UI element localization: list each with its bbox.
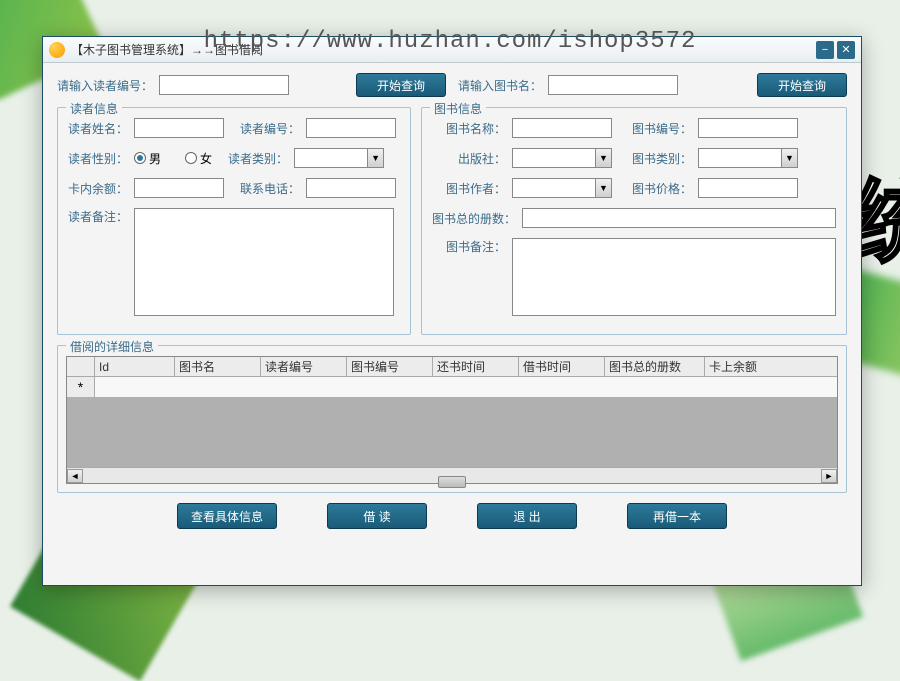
- grid-body[interactable]: *: [67, 377, 837, 467]
- author-label: 图书作者：: [432, 180, 506, 197]
- detail-grid[interactable]: Id 图书名 读者编号 图书编号 还书时间 借书时间 图书总的册数 卡上余额 *…: [66, 356, 838, 484]
- reader-type-label: 读者类别：: [228, 150, 288, 167]
- borrow-again-button[interactable]: 再借一本: [627, 503, 727, 529]
- reader-id-search-label: 请输入读者编号：: [57, 77, 153, 94]
- borrow-button[interactable]: 借 读: [327, 503, 427, 529]
- total-input[interactable]: [522, 208, 836, 228]
- col-readerid[interactable]: 读者编号: [261, 357, 347, 376]
- minimize-button[interactable]: −: [816, 41, 834, 59]
- titlebar: 【木子图书管理系统】→→图书借阅 − ✕: [43, 37, 861, 63]
- book-info-panel: 图书信息 图书名称： 图书编号： 出版社： ▼ 图书类别：: [421, 107, 847, 335]
- book-remark-textarea[interactable]: [512, 238, 836, 316]
- col-total[interactable]: 图书总的册数: [605, 357, 705, 376]
- scroll-thumb[interactable]: [438, 476, 466, 488]
- reader-id-label: 读者编号：: [240, 120, 300, 137]
- close-button[interactable]: ✕: [837, 41, 855, 59]
- book-remark-label: 图书备注：: [432, 238, 506, 255]
- chevron-down-icon: ▼: [595, 149, 611, 167]
- grid-new-row[interactable]: *: [67, 377, 837, 397]
- balance-label: 卡内余额：: [68, 180, 128, 197]
- window-title: 【木子图书管理系统】→→图书借阅: [71, 41, 816, 58]
- exit-button[interactable]: 退 出: [477, 503, 577, 529]
- radio-icon: [185, 152, 197, 164]
- book-name-input[interactable]: [512, 118, 612, 138]
- col-borrowtime[interactable]: 借书时间: [519, 357, 605, 376]
- book-panel-legend: 图书信息: [430, 100, 486, 117]
- publisher-select[interactable]: ▼: [512, 148, 612, 168]
- total-label: 图书总的册数：: [432, 210, 516, 227]
- book-name-search-label: 请输入图书名：: [458, 77, 542, 94]
- radio-icon: [134, 152, 146, 164]
- price-label: 图书价格：: [632, 180, 692, 197]
- reader-name-label: 读者姓名：: [68, 120, 128, 137]
- reader-id-search-input[interactable]: [159, 75, 289, 95]
- reader-gender-label: 读者性别：: [68, 150, 128, 167]
- reader-name-input[interactable]: [134, 118, 224, 138]
- gender-female-label: 女: [200, 150, 212, 167]
- reader-id-input[interactable]: [306, 118, 396, 138]
- detail-panel-legend: 借阅的详细信息: [66, 338, 158, 355]
- col-bookid[interactable]: 图书编号: [347, 357, 433, 376]
- publisher-label: 出版社：: [432, 150, 506, 167]
- main-window: 【木子图书管理系统】→→图书借阅 − ✕ 请输入读者编号： 开始查询 请输入图书…: [42, 36, 862, 586]
- reader-remark-textarea[interactable]: [134, 208, 394, 316]
- reader-remark-label: 读者备注：: [68, 208, 128, 225]
- view-detail-button[interactable]: 查看具体信息: [177, 503, 277, 529]
- chevron-down-icon: ▼: [781, 149, 797, 167]
- book-id-input[interactable]: [698, 118, 798, 138]
- phone-input[interactable]: [306, 178, 396, 198]
- grid-corner: [67, 357, 95, 376]
- borrow-detail-panel: 借阅的详细信息 Id 图书名 读者编号 图书编号 还书时间 借书时间 图书总的册…: [57, 345, 847, 493]
- col-id[interactable]: Id: [95, 357, 175, 376]
- gender-female-radio[interactable]: 女: [185, 150, 212, 167]
- chevron-down-icon: ▼: [367, 149, 383, 167]
- phone-label: 联系电话：: [240, 180, 300, 197]
- chevron-down-icon: ▼: [595, 179, 611, 197]
- price-input[interactable]: [698, 178, 798, 198]
- scroll-left-button[interactable]: ◄: [67, 469, 83, 483]
- query-reader-button[interactable]: 开始查询: [356, 73, 446, 97]
- gender-male-label: 男: [149, 150, 161, 167]
- book-type-select[interactable]: ▼: [698, 148, 798, 168]
- book-id-label: 图书编号：: [632, 120, 692, 137]
- col-returntime[interactable]: 还书时间: [433, 357, 519, 376]
- col-balance[interactable]: 卡上余额: [705, 357, 837, 376]
- reader-info-panel: 读者信息 读者姓名： 读者编号： 读者性别： 男 女: [57, 107, 411, 335]
- newrow-marker: *: [67, 377, 95, 397]
- book-name-label: 图书名称：: [432, 120, 506, 137]
- author-select[interactable]: ▼: [512, 178, 612, 198]
- app-icon: [49, 42, 65, 58]
- col-bookname[interactable]: 图书名: [175, 357, 261, 376]
- book-type-label: 图书类别：: [632, 150, 692, 167]
- scroll-right-button[interactable]: ►: [821, 469, 837, 483]
- horizontal-scrollbar[interactable]: ◄ ►: [67, 467, 837, 483]
- book-name-search-input[interactable]: [548, 75, 678, 95]
- query-book-button[interactable]: 开始查询: [757, 73, 847, 97]
- balance-input[interactable]: [134, 178, 224, 198]
- reader-panel-legend: 读者信息: [66, 100, 122, 117]
- reader-type-select[interactable]: ▼: [294, 148, 384, 168]
- gender-male-radio[interactable]: 男: [134, 150, 161, 167]
- grid-header: Id 图书名 读者编号 图书编号 还书时间 借书时间 图书总的册数 卡上余额: [67, 357, 837, 377]
